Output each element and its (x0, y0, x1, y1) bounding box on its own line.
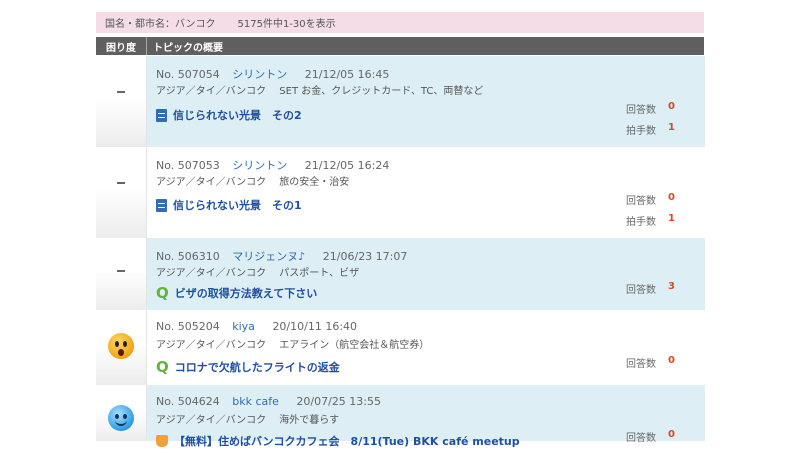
topic-title: 信じられない光景 その2 (173, 109, 302, 122)
topic-meta: No. 507054 シリントン 21/12/05 16:45 (156, 66, 389, 82)
applause-count: 拍手数 1 (626, 213, 675, 228)
topic-tag: SET お金、クレジットカード、TC、両替など (279, 86, 484, 97)
reply-count: 回答数 3 (626, 281, 675, 296)
reply-count: 回答数 0 (626, 429, 675, 444)
poster-link[interactable]: bkk cafe (232, 395, 279, 408)
reply-label: 回答数 (626, 285, 656, 296)
poster-link[interactable]: kiya (232, 320, 255, 333)
poster-link[interactable]: マリジェンヌ♪ (232, 250, 305, 263)
table-row[interactable]: No. 505204 kiya 20/10/11 16:40 アジア／タイ／バン… (96, 310, 704, 385)
applause-value: 1 (668, 213, 675, 224)
topic-title-link[interactable]: 信じられない光景 その1 (156, 197, 302, 213)
table-row[interactable]: No. 504624 bkk cafe 20/07/25 13:55 アジア／タ… (96, 385, 705, 448)
table-row[interactable]: No. 507053 シリントン 21/12/05 16:24 アジア／タイ／バ… (96, 147, 704, 238)
topic-tag: 海外で暮らす (279, 415, 340, 426)
no-trouble-icon (117, 91, 125, 93)
reply-count: 回答数 0 (626, 355, 675, 370)
topic-category: アジア／タイ／バンコク 海外で暮らす (156, 411, 339, 426)
trouble-level-header: 困り度 (106, 42, 136, 54)
topic-category: アジア／タイ／バンコク 旅の安全・治安 (156, 173, 349, 188)
topic-number: No. 504624 (156, 395, 220, 408)
poster-link[interactable]: シリントン (232, 159, 287, 172)
topic-cell: No. 507053 シリントン 21/12/05 16:24 アジア／タイ／バ… (146, 147, 705, 238)
applause-label: 拍手数 (626, 126, 656, 137)
poster-link[interactable]: シリントン (232, 68, 287, 81)
no-trouble-icon (117, 182, 125, 184)
post-date: 21/12/05 16:24 (304, 159, 390, 172)
region-path: アジア／タイ／バンコク (156, 415, 267, 426)
trouble-indicator (96, 238, 146, 310)
table-header: 困り度 トピックの概要 (96, 37, 704, 55)
reply-value: 3 (668, 281, 675, 292)
question-icon: Q (156, 284, 169, 302)
topic-number: No. 507053 (156, 159, 220, 172)
table-row[interactable]: No. 506310 マリジェンヌ♪ 21/06/23 17:07 アジア／タイ… (96, 238, 705, 310)
document-icon (156, 198, 167, 212)
region-path: アジア／タイ／バンコク (156, 340, 267, 351)
topic-title-link[interactable]: 信じられない光景 その2 (156, 107, 302, 123)
smiling-face-icon (108, 405, 134, 431)
reply-value: 0 (668, 192, 675, 203)
reply-count: 回答数 0 (626, 192, 675, 207)
topic-meta: No. 504624 bkk cafe 20/07/25 13:55 (156, 395, 381, 408)
topic-meta: No. 505204 kiya 20/10/11 16:40 (156, 320, 357, 333)
topic-cell: No. 506310 マリジェンヌ♪ 21/06/23 17:07 アジア／タイ… (146, 238, 705, 310)
reply-value: 0 (668, 355, 675, 366)
topic-cell: No. 507054 シリントン 21/12/05 16:45 アジア／タイ／バ… (146, 56, 705, 147)
topic-title-link[interactable]: Q コロナで欠航したフライトの返金 (156, 359, 340, 375)
reply-label: 回答数 (626, 105, 656, 116)
reply-label: 回答数 (626, 433, 656, 444)
topic-category: アジア／タイ／バンコク SET お金、クレジットカード、TC、両替など (156, 82, 483, 97)
topic-category: アジア／タイ／バンコク エアライン（航空会社＆航空券） (156, 336, 429, 351)
topic-cell: No. 504624 bkk cafe 20/07/25 13:55 アジア／タ… (146, 385, 705, 448)
topic-title: 【無料】住めばバンコクカフェ会 8/11(Tue) BKK café meetu… (174, 435, 520, 448)
table-row[interactable]: No. 507054 シリントン 21/12/05 16:45 アジア／タイ／バ… (96, 56, 705, 147)
region-path: アジア／タイ／バンコク (156, 177, 267, 188)
region-path: アジア／タイ／バンコク (156, 268, 267, 279)
topic-meta: No. 507053 シリントン 21/12/05 16:24 (156, 157, 389, 173)
topic-title: 信じられない光景 その1 (173, 199, 302, 212)
trouble-indicator (96, 56, 146, 147)
trouble-indicator (96, 385, 146, 441)
post-date: 20/10/11 16:40 (272, 320, 358, 333)
topic-category: アジア／タイ／バンコク パスポート、ビザ (156, 264, 359, 279)
region-path: アジア／タイ／バンコク (156, 86, 267, 97)
topic-number: No. 506310 (156, 250, 220, 263)
applause-label: 拍手数 (626, 217, 656, 228)
topic-number: No. 505204 (156, 320, 220, 333)
reply-value: 0 (668, 429, 675, 440)
surprised-face-icon (108, 333, 134, 359)
topic-title: ビザの取得方法教えて下さい (174, 287, 318, 300)
topic-tag: パスポート、ビザ (279, 268, 360, 279)
post-date: 21/12/05 16:45 (304, 68, 390, 81)
topic-tag: 旅の安全・治安 (279, 177, 350, 188)
topic-cell: No. 505204 kiya 20/10/11 16:40 アジア／タイ／バン… (146, 310, 705, 385)
hand-icon (156, 435, 168, 447)
trouble-indicator (96, 147, 146, 238)
reply-count: 回答数 0 (626, 101, 675, 116)
topic-title-link[interactable]: 【無料】住めばバンコクカフェ会 8/11(Tue) BKK café meetu… (156, 433, 520, 449)
topic-title: コロナで欠航したフライトの返金 (174, 361, 340, 374)
applause-value: 1 (668, 122, 675, 133)
trouble-indicator (96, 310, 146, 385)
topic-summary-header: トピックの概要 (153, 42, 223, 54)
reply-value: 0 (668, 101, 675, 112)
no-trouble-icon (117, 270, 125, 272)
result-summary: 国名・都市名：バンコク 5175件中1-30を表示 (96, 12, 704, 33)
document-icon (156, 108, 167, 122)
topic-title-link[interactable]: Q ビザの取得方法教えて下さい (156, 285, 317, 301)
question-icon: Q (156, 358, 169, 376)
topic-meta: No. 506310 マリジェンヌ♪ 21/06/23 17:07 (156, 248, 407, 264)
topic-number: No. 507054 (156, 68, 220, 81)
location-label: 国名・都市名：バンコク (105, 19, 216, 30)
applause-count: 拍手数 1 (626, 122, 675, 137)
post-date: 20/07/25 13:55 (296, 395, 382, 408)
topic-tag: エアライン（航空会社＆航空券） (279, 340, 430, 351)
post-date: 21/06/23 17:07 (322, 250, 408, 263)
reply-label: 回答数 (626, 359, 656, 370)
result-count: 5175件中1-30を表示 (237, 19, 336, 30)
reply-label: 回答数 (626, 196, 656, 207)
